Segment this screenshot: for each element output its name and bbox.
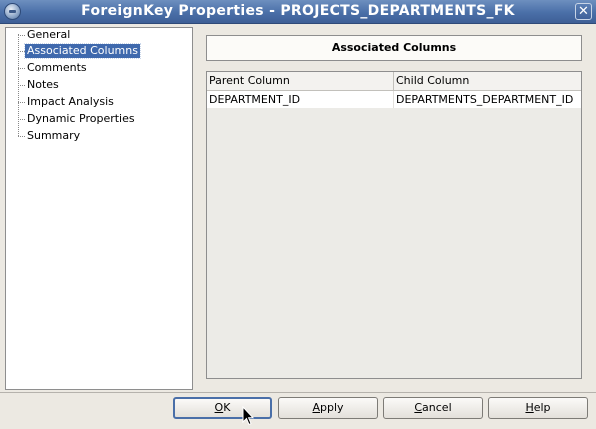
dialog-window: ForeignKey Properties - PROJECTS_DEPARTM…: [0, 0, 596, 429]
nav-item-label: Summary: [27, 129, 81, 142]
close-icon[interactable]: ✕: [575, 3, 592, 20]
content-panel: Associated Columns Parent Column Child C…: [200, 27, 590, 390]
help-label-rest: elp: [533, 401, 551, 414]
tree-connector: [18, 35, 25, 36]
nav-item-label: Comments: [27, 61, 87, 74]
tree-connector: [18, 119, 25, 120]
ok-button[interactable]: OK: [173, 397, 272, 419]
help-button[interactable]: Help: [488, 397, 588, 419]
cell-parent-column[interactable]: DEPARTMENT_ID: [207, 91, 394, 108]
panel-header: Associated Columns: [206, 35, 582, 61]
apply-button[interactable]: Apply: [278, 397, 378, 419]
cancel-button[interactable]: Cancel: [383, 397, 483, 419]
ok-mnemonic: O: [214, 401, 224, 414]
nav-item-label: Impact Analysis: [27, 95, 114, 108]
tree-connector: [18, 136, 25, 137]
column-header-child[interactable]: Child Column: [394, 72, 581, 90]
table-row[interactable]: DEPARTMENT_ID DEPARTMENTS_DEPARTMENT_ID: [207, 91, 581, 108]
cancel-mnemonic: C: [414, 401, 423, 414]
window-title: ForeignKey Properties - PROJECTS_DEPARTM…: [81, 3, 515, 19]
tree-connector: [18, 68, 25, 69]
tree-connector: [18, 102, 25, 103]
nav-item-label: General: [27, 28, 71, 41]
associated-columns-table[interactable]: Parent Column Child Column DEPARTMENT_ID…: [206, 71, 582, 379]
table-header: Parent Column Child Column: [207, 72, 581, 91]
help-mnemonic: H: [525, 401, 534, 414]
button-bar-separator: [0, 392, 596, 393]
apply-label-rest: pply: [320, 401, 344, 414]
nav-item-label: Dynamic Properties: [27, 112, 135, 125]
title-bar[interactable]: ForeignKey Properties - PROJECTS_DEPARTM…: [0, 0, 596, 24]
cancel-label-rest: ancel: [422, 401, 452, 414]
cell-child-column[interactable]: DEPARTMENTS_DEPARTMENT_ID: [394, 91, 581, 108]
mouse-pointer-icon: [242, 406, 254, 426]
apply-mnemonic: A: [312, 401, 320, 414]
properties-nav-tree: General Associated Columns Comments Note…: [5, 27, 193, 390]
ok-label-rest: K: [223, 401, 231, 414]
nav-item-label: Notes: [27, 78, 59, 91]
column-header-parent[interactable]: Parent Column: [207, 72, 394, 90]
nav-item-label: Associated Columns: [24, 43, 141, 59]
tree-connector: [18, 85, 25, 86]
tree-connector: [18, 51, 25, 52]
